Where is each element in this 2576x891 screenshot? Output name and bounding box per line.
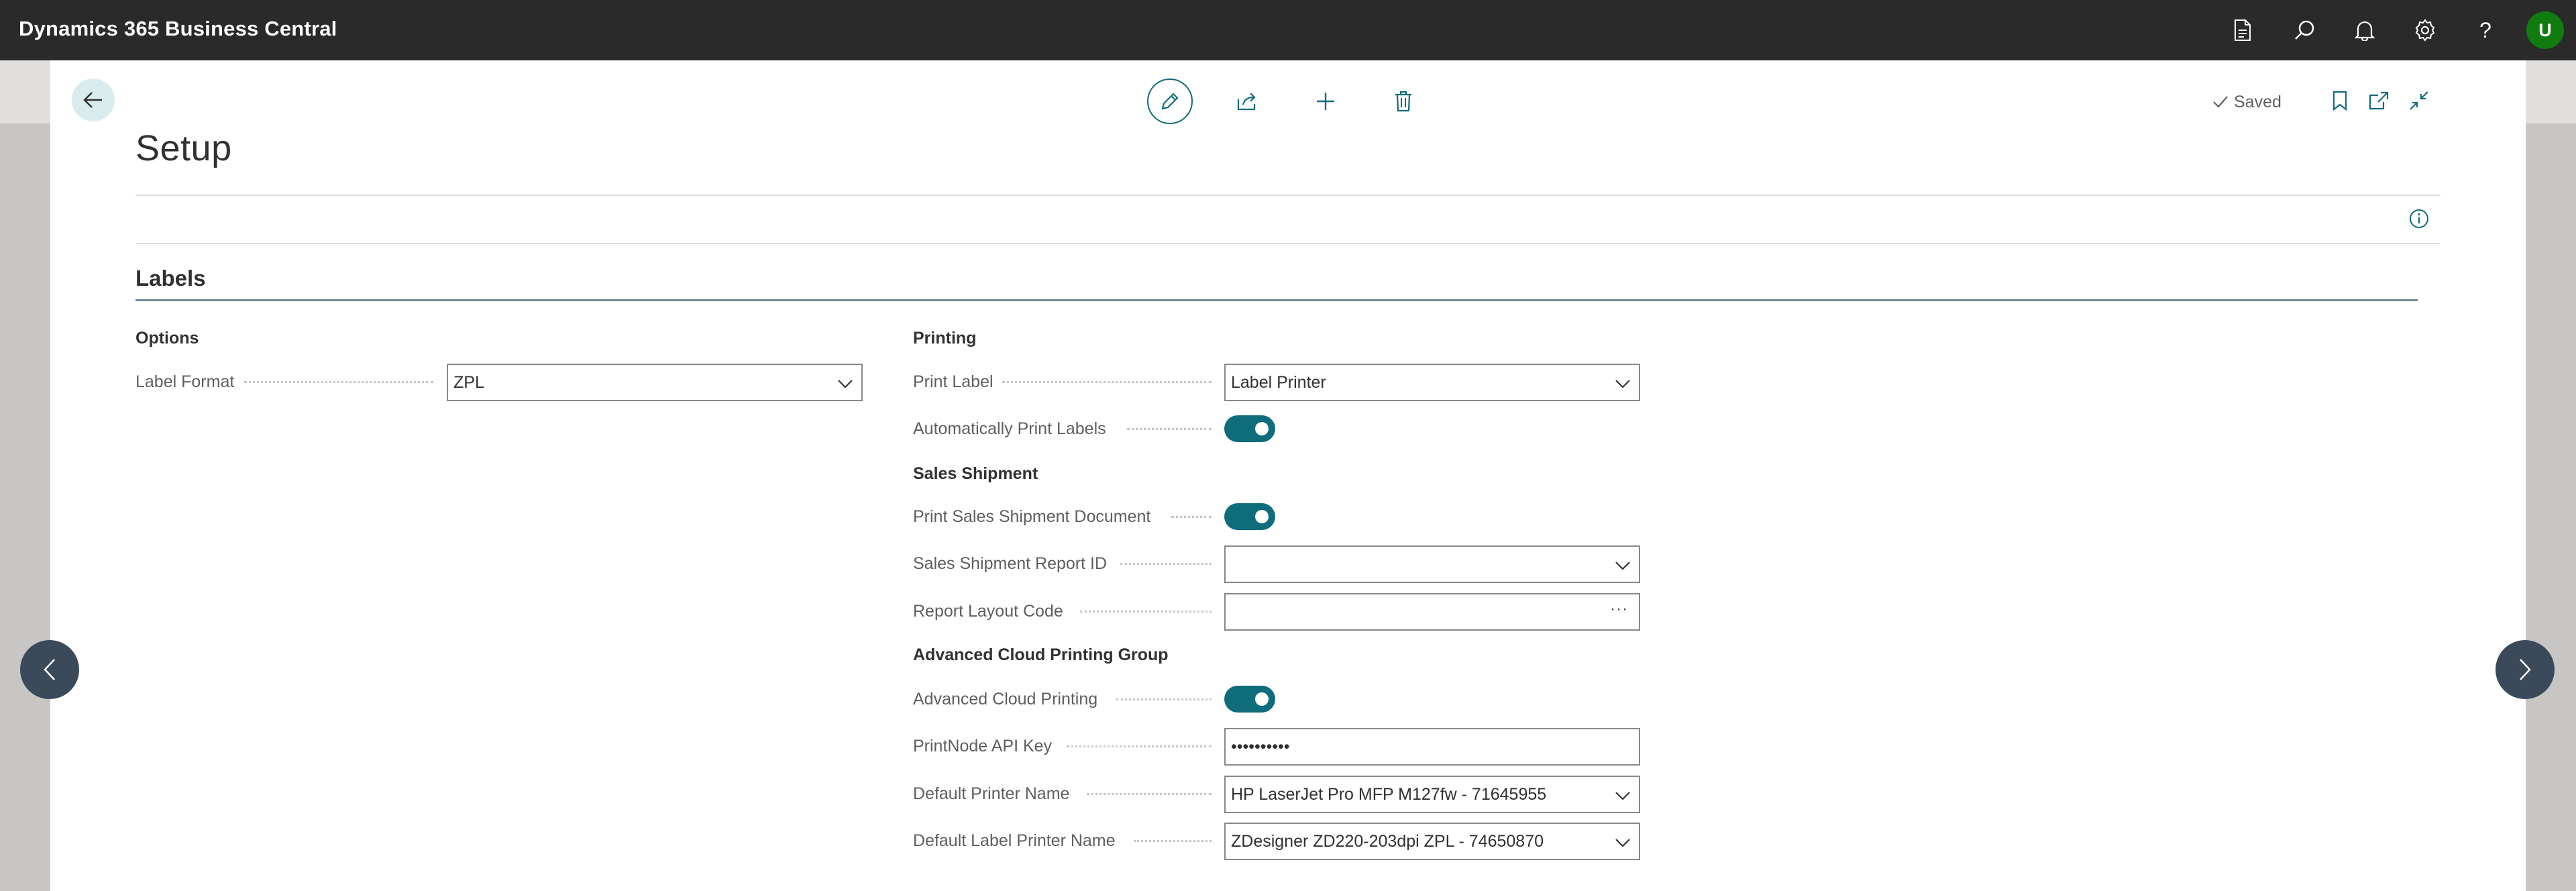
- label-leader-dots: [1087, 776, 1212, 812]
- print-label-value: Label Printer: [1231, 372, 1326, 392]
- print-sales-shipment-toggle[interactable]: [1224, 503, 1275, 530]
- label-leader-dots: [1134, 823, 1212, 859]
- section-underline: [136, 299, 2418, 301]
- lookup-ellipsis-icon[interactable]: ···: [1610, 600, 1628, 619]
- field-label-sales-shipment-report-id: Sales Shipment Report ID: [913, 554, 1108, 573]
- field-label-advanced-cloud-printing: Advanced Cloud Printing: [913, 689, 1098, 709]
- printnode-api-key-input[interactable]: ••••••••••: [1224, 728, 1640, 766]
- auto-print-toggle[interactable]: [1224, 415, 1275, 442]
- new-button[interactable]: [1303, 78, 1348, 124]
- section-title-labels[interactable]: Labels: [136, 266, 206, 291]
- label-format-value: ZPL: [453, 372, 484, 392]
- group-title-printing: Printing: [913, 329, 977, 348]
- delete-button[interactable]: [1381, 78, 1426, 124]
- chevron-down-icon: [836, 374, 855, 393]
- field-label-default-label-printer-name: Default Label Printer Name: [913, 831, 1116, 850]
- default-label-printer-name-value: ZDesigner ZD220-203dpi ZPL - 74650870: [1231, 831, 1544, 851]
- field-label-auto-print: Automatically Print Labels: [913, 419, 1106, 438]
- back-button[interactable]: [72, 78, 115, 121]
- document-icon[interactable]: [2227, 15, 2258, 46]
- bookmark-icon[interactable]: [2326, 87, 2353, 114]
- label-format-select[interactable]: ZPL: [447, 364, 863, 401]
- checkmark-icon: [2213, 96, 2228, 108]
- app-title[interactable]: Dynamics 365 Business Central: [19, 0, 337, 60]
- group-title-sales-shipment: Sales Shipment: [913, 464, 1038, 483]
- bell-icon[interactable]: [2349, 15, 2380, 46]
- chevron-down-icon: [1613, 556, 1632, 575]
- edit-button[interactable]: [1147, 78, 1193, 124]
- field-label-print-label: Print Label: [913, 372, 994, 391]
- print-label-select[interactable]: Label Printer: [1224, 364, 1640, 401]
- field-label-report-layout-code: Report Layout Code: [913, 601, 1063, 621]
- divider: [136, 195, 2440, 196]
- page-title: Setup: [136, 128, 232, 168]
- field-label-label-format: Label Format: [136, 372, 235, 391]
- help-icon[interactable]: ?: [2470, 15, 2501, 46]
- label-leader-dots: [244, 364, 433, 400]
- divider: [136, 243, 2440, 244]
- gear-icon[interactable]: [2410, 15, 2440, 46]
- chevron-down-icon: [1613, 374, 1632, 393]
- search-icon[interactable]: [2289, 15, 2320, 46]
- saved-status: Saved: [2212, 89, 2282, 115]
- info-icon[interactable]: [2407, 207, 2431, 231]
- label-leader-dots: [1116, 681, 1212, 717]
- chevron-down-icon: [1613, 833, 1632, 852]
- sales-shipment-report-id-select[interactable]: [1224, 545, 1640, 583]
- report-layout-code-input[interactable]: ···: [1224, 593, 1640, 631]
- label-leader-dots: [1171, 499, 1212, 535]
- avatar[interactable]: U: [2526, 11, 2564, 49]
- page-sheet: [50, 60, 2526, 891]
- group-title-advanced-cloud-printing: Advanced Cloud Printing Group: [913, 645, 1169, 664]
- collapse-icon[interactable]: [2406, 87, 2432, 114]
- chevron-down-icon: [1613, 786, 1632, 805]
- saved-label: Saved: [2234, 92, 2282, 111]
- open-new-window-icon[interactable]: [2365, 87, 2392, 114]
- group-title-options: Options: [136, 329, 199, 348]
- share-button[interactable]: [1225, 78, 1271, 124]
- label-leader-dots: [1120, 545, 1212, 582]
- top-bar: Dynamics 365 Business Central ? U: [0, 0, 2576, 60]
- field-label-printnode-api-key: PrintNode API Key: [913, 736, 1053, 755]
- default-label-printer-name-select[interactable]: ZDesigner ZD220-203dpi ZPL - 74650870: [1224, 823, 1640, 860]
- next-record-button[interactable]: [2496, 640, 2555, 699]
- default-printer-name-value: HP LaserJet Pro MFP M127fw - 71645955: [1231, 784, 1547, 804]
- label-leader-dots: [1080, 593, 1212, 629]
- label-leader-dots: [1002, 364, 1212, 400]
- previous-record-button[interactable]: [20, 640, 79, 699]
- printnode-api-key-value: ••••••••••: [1231, 737, 1290, 756]
- field-label-print-sales-shipment-document: Print Sales Shipment Document: [913, 507, 1151, 526]
- label-leader-dots: [1127, 411, 1212, 447]
- field-label-default-printer-name: Default Printer Name: [913, 784, 1070, 803]
- default-printer-name-select[interactable]: HP LaserJet Pro MFP M127fw - 71645955: [1224, 776, 1640, 813]
- label-leader-dots: [1067, 728, 1212, 764]
- advanced-cloud-printing-toggle[interactable]: [1224, 686, 1275, 713]
